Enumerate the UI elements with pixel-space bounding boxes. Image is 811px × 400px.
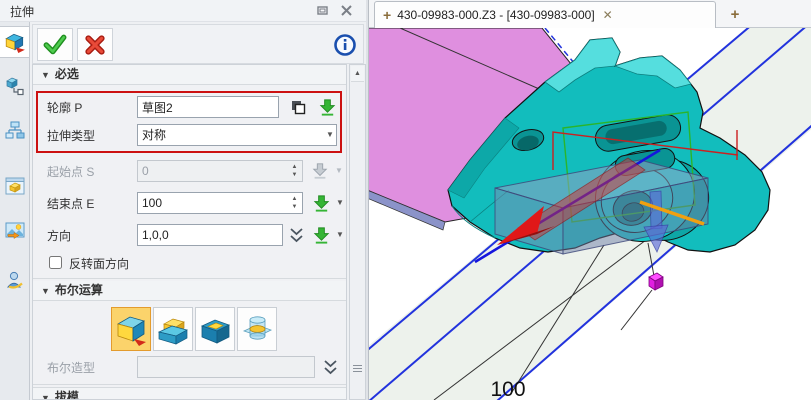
dock-icon[interactable] [316,4,332,18]
extrude-type-select[interactable]: 对称 [137,124,337,146]
flip-face-label: 反转面方向 [69,255,129,272]
direction-input[interactable] [137,224,283,246]
ok-button[interactable] [37,28,73,61]
boolean-op-base-button[interactable] [111,307,151,351]
cancel-button[interactable] [77,28,113,61]
ok-check-icon [43,34,67,56]
solid-view-icon [5,176,25,196]
divider [33,384,346,385]
profile-input[interactable] [137,96,279,118]
scrollbar-up-icon[interactable]: ▲ [351,66,364,82]
tab-pin-icon: + [383,7,391,23]
start-point-input [137,160,303,182]
direction-label: 方向 [47,225,71,247]
reference-geometry-icon [5,76,25,96]
pick-direction-button[interactable] [309,223,333,247]
boolean-add-icon [157,312,189,346]
document-tabbar: + 430-09983-000.Z3 - [430-09983-000] ✕ + [369,0,811,28]
extrude-dialog-panel: 拉伸 [0,0,366,400]
info-icon [334,34,356,56]
panel-main: ▼ 必选 轮廓 P 拉伸类型 对称 ▼ 起始点 S [30,22,366,400]
flip-face-checkbox[interactable] [49,256,62,269]
section-header-boolean[interactable]: ▼ 布尔运算 [33,281,346,301]
tab-title: 430-09983-000.Z3 - [430-09983-000] [397,8,594,22]
green-pick-arrow-icon [312,226,331,245]
start-point-caret-icon: ▼ [335,166,343,175]
panel-titlebar: 拉伸 [0,0,366,22]
boolean-op-add-button[interactable] [153,307,193,351]
info-button[interactable] [331,31,359,59]
section-boolean-label: 布尔运算 [55,283,103,297]
panel-resize-grip[interactable] [353,361,362,375]
direction-caret-icon[interactable]: ▼ [336,230,344,239]
end-point-caret-icon[interactable]: ▼ [336,198,344,207]
sidebar-item-reference-geometry[interactable] [0,70,29,102]
panel-scrollbar[interactable]: ▲ [349,64,366,400]
boolean-shape-expand-button[interactable] [321,357,339,377]
dimension-value-label: 100 [490,378,525,400]
collapse-triangle-icon: ▼ [41,70,50,80]
boolean-op-intersect-button[interactable] [237,307,277,351]
close-glyph [340,4,353,17]
start-point-label: 起始点 S [47,161,94,183]
extrude-type-caret-icon[interactable]: ▼ [326,130,334,139]
hierarchy-icon [5,120,25,140]
copy-profile-button[interactable] [287,96,309,118]
extrude-type-label: 拉伸类型 [47,125,95,147]
pick-start-button-disabled [309,160,331,182]
collapse-triangle-icon: ▼ [41,393,50,400]
pick-profile-button[interactable] [315,95,339,119]
section-required-label: 必选 [55,67,79,81]
new-tab-button[interactable]: + [724,4,746,26]
panel-sidebar [0,22,30,400]
section-header-draft[interactable]: ▼ 拔模 [33,387,346,400]
end-point-input[interactable] [137,192,303,214]
dock-glyph [316,4,330,17]
panel-toolbar [32,24,364,64]
boolean-op-remove-button[interactable] [195,307,235,351]
sidebar-item-render-image[interactable] [0,214,29,246]
sidebar-item-user[interactable] [0,264,29,296]
end-point-label: 结束点 E [47,193,94,215]
tab-close-icon[interactable]: ✕ [603,8,613,22]
copy-icon [289,98,307,116]
handle-drop-line-2 [621,290,652,330]
sidebar-item-extrude-tool[interactable] [0,26,29,58]
user-icon [5,270,25,290]
boolean-intersect-icon [241,312,273,346]
divider [33,278,346,279]
boolean-base-icon [115,312,147,346]
boolean-remove-icon [199,312,231,346]
extrude-cube-icon [4,31,26,53]
cancel-x-icon [84,34,106,56]
green-pick-arrow-icon [318,98,337,117]
panel-close-icon[interactable] [340,4,356,18]
pick-end-button[interactable] [309,191,333,215]
3d-scene[interactable]: 100 [369,28,811,400]
panel-title: 拉伸 [10,3,34,20]
direction-expand-button[interactable] [287,225,305,245]
gray-pick-arrow-icon [311,162,329,180]
start-point-spinner: ▲▼ [288,161,301,181]
sidebar-item-solid-view[interactable] [0,170,29,202]
section-header-required[interactable]: ▼ 必选 [33,65,346,85]
section-draft-label: 拔模 [55,390,79,400]
document-tab-active[interactable]: + 430-09983-000.Z3 - [430-09983-000] ✕ [374,1,716,28]
boolean-shape-input [137,356,315,378]
boolean-shape-label: 布尔造型 [47,357,95,379]
double-chevron-down-icon [289,227,304,244]
profile-label: 轮廓 P [47,97,82,119]
extrude-form: ▼ 必选 轮廓 P 拉伸类型 对称 ▼ 起始点 S [32,64,347,400]
render-image-icon [5,220,25,240]
sidebar-item-hierarchy-tree[interactable] [0,114,29,146]
viewport: + 430-09983-000.Z3 - [430-09983-000] ✕ + [369,0,811,400]
collapse-triangle-icon: ▼ [41,286,50,296]
drag-handle-cube[interactable] [649,273,663,290]
double-chevron-down-icon [323,359,338,376]
end-point-spinner[interactable]: ▲▼ [288,193,301,213]
green-pick-arrow-icon [312,194,331,213]
extrude-type-value: 对称 [142,128,166,142]
